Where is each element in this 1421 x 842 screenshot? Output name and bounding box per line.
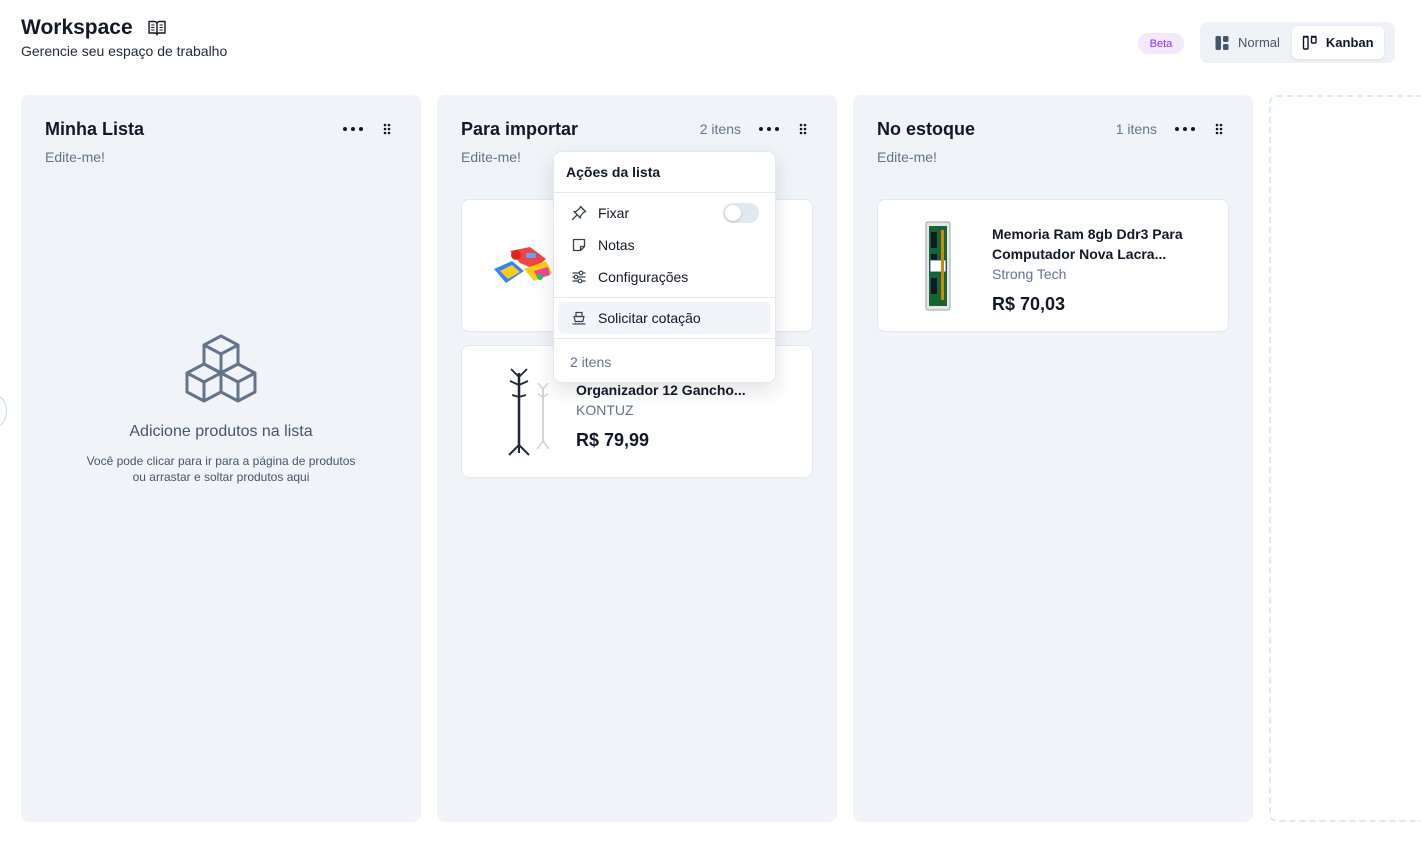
pin-toggle[interactable] [723, 203, 759, 223]
product-name: Organizador 12 Gancho... [576, 382, 746, 398]
list-actions-menu: Ações da lista Fixar Notas Configurações… [553, 151, 776, 383]
normal-view-button[interactable]: Normal [1204, 26, 1290, 59]
product-price: R$ 70,03 [992, 294, 1066, 314]
ship-icon [570, 309, 588, 327]
cubes-icon [185, 334, 257, 403]
product-price: R$ 79,99 [576, 430, 650, 450]
product-name-line: Memoria Ram 8gb Ddr3 Para [992, 226, 1183, 242]
column-title[interactable]: Para importar [461, 119, 700, 140]
menu-divider [554, 338, 775, 339]
book-open-icon[interactable] [147, 18, 167, 38]
pin-icon [570, 204, 588, 222]
drag-handle-icon[interactable] [1209, 117, 1229, 141]
more-options-icon[interactable] [341, 117, 365, 141]
product-name-line: Computador Nova Lacra... [992, 246, 1167, 262]
kanban-column: No estoque 1 itens Edite-me! Memoria Ram… [853, 95, 1253, 822]
beta-badge: Beta [1138, 33, 1184, 54]
column-item-count: 2 itens [699, 121, 741, 137]
column-title[interactable]: No estoque [877, 119, 1116, 140]
menu-item-label: Configurações [598, 269, 689, 285]
page-subtitle: Gerencie seu espaço de trabalho [21, 43, 228, 59]
drag-handle-icon[interactable] [793, 117, 813, 141]
product-brand: Strong Tech [992, 266, 1067, 282]
product-name: Memoria Ram 8gb Ddr3 Para Computador Nov… [992, 224, 1210, 264]
menu-item-request-quote[interactable]: Solicitar cotação [558, 302, 771, 334]
page-header: Workspace Gerencie seu espaço de trabalh… [21, 16, 227, 59]
kanban-column: Minha Lista Edite-me! Adicione produtos … [21, 95, 421, 822]
sliders-icon [570, 268, 588, 286]
menu-item-label: Fixar [598, 205, 630, 221]
page-title: Workspace [21, 16, 133, 39]
menu-title: Ações da lista [554, 152, 775, 193]
menu-item-notes[interactable]: Notas [558, 229, 771, 261]
more-options-icon[interactable] [757, 117, 781, 141]
normal-view-label: Normal [1238, 35, 1280, 50]
note-icon [570, 236, 588, 254]
menu-item-settings[interactable]: Configurações [558, 261, 771, 293]
product-card[interactable]: Memoria Ram 8gb Ddr3 Para Computador Nov… [877, 199, 1229, 332]
empty-description-line: Você pode clicar para ir para a página d… [86, 454, 356, 468]
menu-item-label: Solicitar cotação [598, 310, 701, 326]
column-note[interactable]: Edite-me! [45, 149, 105, 165]
drag-handle-icon[interactable] [377, 117, 397, 141]
sidebar-toggle[interactable] [0, 396, 7, 426]
view-toggle: Normal Kanban [1200, 22, 1395, 63]
kanban-icon [1302, 35, 1318, 51]
kanban-view-button[interactable]: Kanban [1291, 26, 1384, 59]
layout-grid-icon [1214, 35, 1230, 51]
menu-item-pin[interactable]: Fixar [558, 197, 771, 229]
empty-description-line: ou arrastar e soltar produtos aqui [132, 470, 310, 484]
toy-image [488, 216, 558, 316]
add-column-dropzone[interactable] [1269, 95, 1421, 822]
column-note[interactable]: Edite-me! [461, 149, 521, 165]
menu-footer-count: 2 itens [570, 354, 612, 370]
more-options-icon[interactable] [1173, 117, 1197, 141]
product-brand: KONTUZ [576, 402, 634, 418]
column-title[interactable]: Minha Lista [45, 119, 341, 140]
empty-title: Adicione produtos na lista [129, 423, 313, 440]
column-note[interactable]: Edite-me! [877, 149, 937, 165]
coat-rack-image [492, 362, 562, 462]
column-item-count: 1 itens [1115, 121, 1157, 137]
ram-module-image [910, 216, 966, 316]
empty-description: Você pode clicar para ir para a página d… [21, 453, 421, 485]
menu-item-label: Notas [598, 237, 635, 253]
empty-state[interactable]: Adicione produtos na lista Você pode cli… [21, 333, 421, 485]
menu-divider [554, 297, 775, 298]
kanban-view-label: Kanban [1325, 35, 1374, 50]
